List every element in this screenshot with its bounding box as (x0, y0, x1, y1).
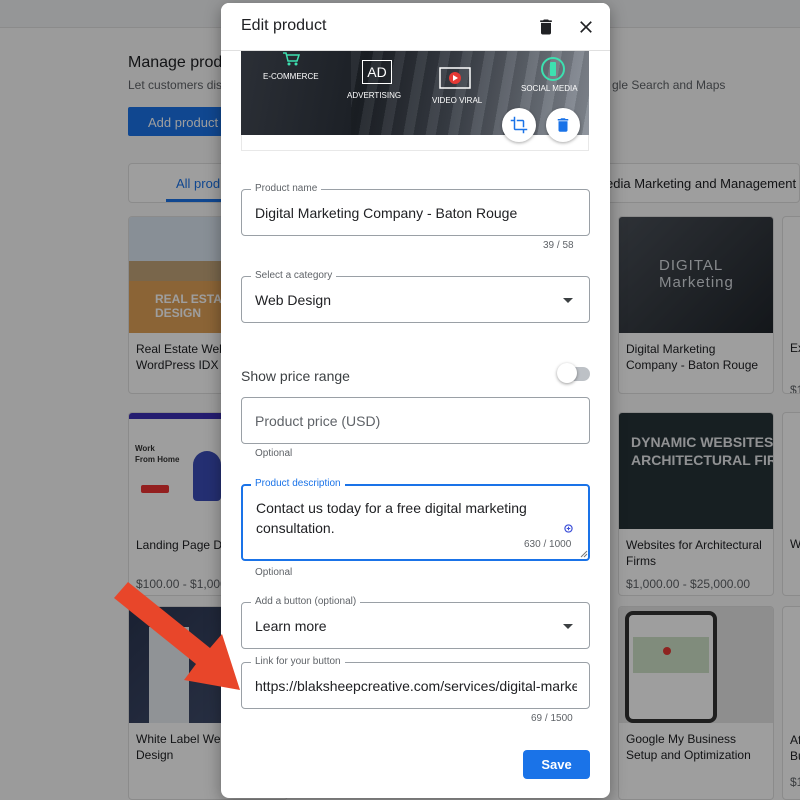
caret-down-icon (563, 298, 573, 303)
button-type-label: Add a button (optional) (251, 596, 361, 608)
product-name-input[interactable]: Digital Marketing Company - Baton Rouge (255, 205, 580, 221)
category-label: Select a category (251, 270, 337, 282)
delete-photo-button[interactable] (546, 108, 580, 142)
price-helper-text: Optional (255, 448, 293, 459)
product-photo: E-COMMERCE AD ADVERTISING VIDEO VIRAL SO… (241, 51, 589, 135)
button-link-label: Link for your button (251, 656, 345, 668)
social-media-icon (541, 57, 565, 81)
photo-frame (241, 135, 589, 151)
video-icon (439, 67, 471, 89)
crop-button[interactable] (502, 108, 536, 142)
hero-label: ADVERTISING (347, 91, 402, 100)
button-type-select[interactable]: Add a button (optional) Learn more (241, 596, 590, 649)
price-range-toggle-thumb[interactable] (557, 363, 577, 383)
description-helper-text: Optional (255, 567, 293, 578)
button-link-counter: 69 / 1500 (531, 713, 573, 724)
hero-label: VIDEO VIRAL (432, 96, 483, 105)
save-button[interactable]: Save (523, 750, 590, 779)
product-description-field[interactable]: Product description Contact us today for… (241, 478, 590, 561)
dialog-header: Edit product (221, 3, 610, 51)
product-name-field[interactable]: Product name Digital Marketing Company -… (241, 183, 590, 236)
grammar-plus-icon (564, 524, 573, 533)
product-price-input[interactable]: Product price (USD) (255, 413, 380, 429)
button-type-value: Learn more (255, 618, 327, 634)
close-icon[interactable] (576, 17, 596, 37)
ad-icon: AD (362, 60, 392, 84)
product-name-label: Product name (251, 183, 322, 195)
caret-down-icon (563, 624, 573, 629)
edit-product-dialog: Edit product E-COMMERCE AD ADVERTISING V… (221, 3, 610, 798)
hero-label: SOCIAL MEDIA (521, 84, 578, 93)
product-name-counter: 39 / 58 (543, 240, 574, 251)
resize-icon[interactable] (580, 550, 588, 558)
trash-icon[interactable] (536, 17, 556, 37)
category-value: Web Design (255, 292, 332, 308)
dialog-title: Edit product (241, 17, 327, 34)
description-counter: 630 / 1000 (524, 539, 572, 550)
cart-icon (283, 52, 301, 66)
description-label: Product description (251, 478, 345, 490)
trash-icon (557, 118, 569, 132)
crop-icon (510, 116, 528, 134)
hero-label: E-COMMERCE (263, 72, 319, 81)
price-range-label: Show price range (241, 368, 350, 384)
product-price-field[interactable]: Product price (USD) (241, 397, 590, 444)
description-input[interactable]: Contact us today for a free digital mark… (256, 498, 556, 538)
button-link-field[interactable]: Link for your button https://blaksheepcr… (241, 656, 590, 709)
category-select[interactable]: Select a category Web Design (241, 270, 590, 323)
button-link-input[interactable]: https://blaksheepcreative.com/services/d… (255, 678, 577, 694)
